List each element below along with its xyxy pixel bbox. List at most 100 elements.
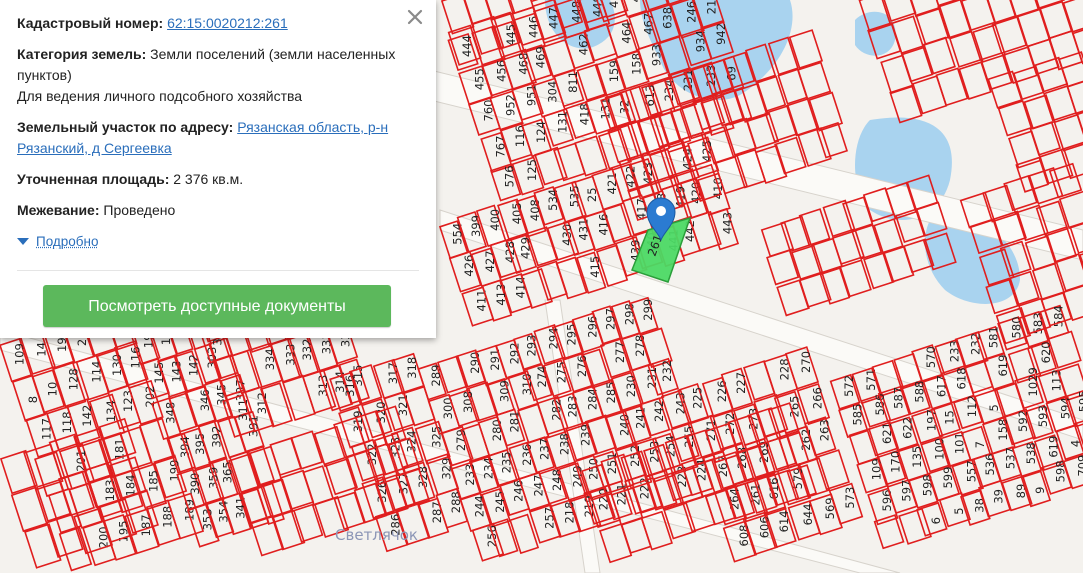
- plot-number-label: 263: [817, 419, 831, 441]
- plot-number-label: 234: [482, 457, 496, 479]
- plot-number-label: 21: [705, 0, 719, 14]
- plot-number-label: 585: [850, 404, 864, 426]
- plot-number-label: 319: [351, 410, 365, 432]
- plot-number-label: 348: [163, 402, 177, 424]
- plot-number-label: 228: [778, 358, 792, 380]
- cadastral-label: Кадастровый номер:: [17, 15, 164, 31]
- plot-number-label: 951: [525, 84, 539, 106]
- plot-number-label: 244: [473, 495, 487, 517]
- more-details-toggle[interactable]: Подробно: [17, 231, 436, 252]
- plot-number-label: 405: [510, 202, 524, 224]
- plot-number-label: 619: [996, 355, 1010, 377]
- plot-number-label: 426: [462, 255, 476, 277]
- plot-number-label: 232: [660, 360, 674, 382]
- category-row: Категория земель: Земли поселений (земли…: [17, 44, 419, 107]
- plot-number-label: 443: [720, 212, 734, 234]
- triangle-down-icon: [17, 238, 29, 245]
- plot-number-label: 571: [864, 369, 878, 391]
- plot-number-label: 5: [952, 507, 966, 514]
- plot-number-label: 312: [255, 392, 269, 414]
- plot-number-label: 767: [493, 136, 507, 158]
- plot-number-label: 236: [520, 444, 534, 466]
- plot-number-label: 277: [613, 341, 627, 363]
- area-value: 2 376 кв.м.: [173, 171, 244, 187]
- plot-number-label: 289: [429, 365, 443, 387]
- plot-number-label: 233: [463, 464, 477, 486]
- plot-number-label: 279: [454, 429, 468, 451]
- plot-number-label: 10: [45, 382, 59, 397]
- plot-number-label: 112: [965, 395, 979, 417]
- plot-number-label: 557: [965, 460, 979, 482]
- plot-number-label: 188: [160, 506, 174, 528]
- plot-number-label: 170: [888, 451, 902, 473]
- plot-number-label: 430: [560, 224, 574, 246]
- address-label: Земельный участок по адресу:: [17, 119, 234, 135]
- area-label: Уточненная площадь:: [17, 171, 170, 187]
- plot-number-label: 444: [460, 35, 474, 57]
- view-documents-button[interactable]: Посмотреть доступные документы: [43, 285, 391, 327]
- address-row: Земельный участок по адресу: Рязанская о…: [17, 117, 419, 159]
- plot-number-label: 451: [629, 0, 643, 2]
- cadastral-number-link[interactable]: 62:15:0020212:261: [167, 15, 288, 31]
- plot-number-label: 1029: [1026, 367, 1040, 396]
- category-label: Категория земель:: [17, 46, 147, 62]
- close-icon[interactable]: [406, 8, 424, 26]
- plot-number-label: 266: [810, 387, 824, 409]
- plot-number-label: 109: [13, 343, 27, 365]
- plot-number-label: 942: [714, 23, 728, 45]
- plot-number-label: 276: [575, 355, 589, 377]
- survey-label: Межевание:: [17, 202, 100, 218]
- plot-number-label: 15: [943, 410, 957, 425]
- plot-number-label: 8: [26, 396, 40, 403]
- place-label: Светлячок: [335, 526, 418, 544]
- plot-info-popup: Кадастровый номер: 62:15:0020212:261 Кат…: [0, 0, 436, 338]
- plot-number-label: 142: [187, 354, 201, 376]
- plot-number-label: 256: [485, 525, 499, 547]
- plot-number-label: 622: [900, 417, 914, 439]
- area-row: Уточненная площадь: 2 376 кв.м.: [17, 169, 419, 190]
- plot-number-label: 282: [550, 399, 564, 421]
- plot-number-label: 594: [1059, 397, 1073, 419]
- plot-number-label: 225: [690, 387, 704, 409]
- plot-number-label: 392: [210, 426, 224, 448]
- plot-number-label: 581: [987, 326, 1001, 348]
- plot-number-label: 116: [128, 346, 142, 368]
- plot-number-label: 275: [554, 361, 568, 383]
- plot-number-label: 101: [952, 432, 966, 454]
- plot-number-label: 644: [801, 503, 815, 525]
- plot-number-label: 128: [66, 368, 80, 390]
- plot-number-label: 332: [300, 339, 314, 361]
- plot-number-label: 318: [405, 357, 419, 379]
- plot-number-label: 399: [469, 215, 483, 237]
- plot-number-label: 614: [777, 510, 791, 532]
- plot-number-label: 39: [992, 489, 1006, 504]
- plot-number-label: 469: [534, 46, 548, 68]
- plot-number-label: 7: [973, 441, 987, 448]
- plot-number-label: 573: [843, 487, 857, 509]
- plot-number-label: 597: [899, 480, 913, 502]
- plot-number-label: 709: [1076, 455, 1083, 477]
- plot-number-label: 299: [641, 299, 655, 321]
- plot-number-label: 265: [787, 396, 801, 418]
- plot-number-label: 230: [624, 375, 638, 397]
- plot-number-label: 220: [597, 488, 611, 510]
- plot-number-label: 334: [263, 348, 277, 370]
- plot-number-label: 9: [1033, 486, 1047, 493]
- more-details-label: Подробно: [36, 234, 99, 249]
- plot-number-label: 450: [607, 0, 621, 8]
- plot-number-label: 159: [607, 60, 621, 82]
- divider: [17, 270, 419, 271]
- category-use: Для ведения личного подсобного хозяйства: [17, 88, 303, 104]
- plot-number-label: 580: [1009, 316, 1023, 338]
- survey-value: Проведено: [103, 202, 176, 218]
- plot-number-label: 595: [1076, 390, 1083, 412]
- plot-number-label: 130: [110, 354, 124, 376]
- plot-number-label: 100: [933, 438, 947, 460]
- plot-number-label: 598: [1054, 460, 1068, 482]
- survey-row: Межевание: Проведено: [17, 200, 419, 221]
- plot-number-label: 158: [629, 53, 643, 75]
- plot-number-label: 309: [497, 380, 511, 402]
- plot-number-label: 325: [430, 426, 444, 448]
- plot-number-label: 197: [924, 409, 938, 431]
- plot-number-label: 6: [929, 517, 943, 524]
